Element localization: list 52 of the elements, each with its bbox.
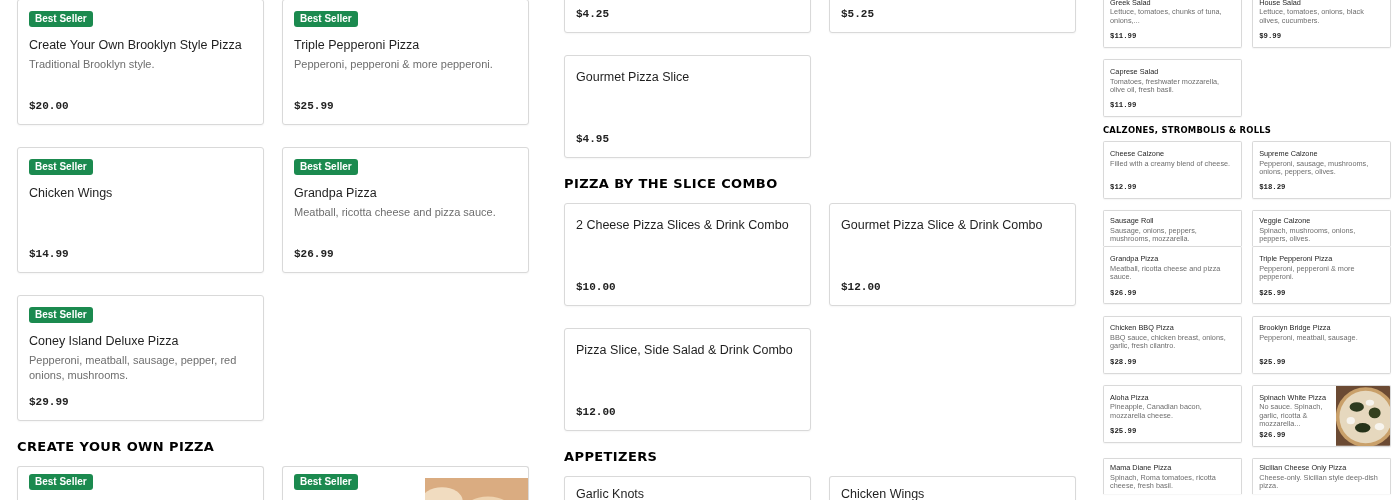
item-description: Meatball, ricotta cheese and pizza sauce. xyxy=(294,205,496,220)
best-seller-badge: Best Seller xyxy=(29,159,93,175)
section-heading: CALZONES, STROMBOLIS & ROLLS xyxy=(1102,126,1273,135)
item-price: $20.00 xyxy=(29,100,69,112)
section-heading: PIZZA BY THE SLICE COMBO xyxy=(564,176,779,192)
item-name: Pizza Slice, Side Salad & Drink Combo xyxy=(576,342,793,359)
item-description: Pepperoni, meatball, sausage, pepper, red onions, mushrooms. xyxy=(29,353,238,383)
item-name: Chicken Wings xyxy=(841,486,925,500)
item-price: $12.00 xyxy=(841,281,881,293)
best-seller-badge: Best Seller xyxy=(294,474,358,490)
menu-card[interactable]: Best Seller xyxy=(282,466,529,500)
section-heading: APPETIZERS xyxy=(564,449,659,465)
menu-card[interactable]: Best Seller Triple Pepperoni Pizza Pepperoni, pepperoni & more pepperoni. $25.99 xyxy=(282,0,529,125)
item-price: $14.99 xyxy=(29,248,69,260)
best-seller-badge: Best Seller xyxy=(294,159,358,175)
item-name: Gourmet Pizza Slice xyxy=(576,69,690,86)
item-name: Garlic Knots xyxy=(576,486,645,500)
menu-card[interactable]: Best Seller Create Your Own Brooklyn Style Pizza Traditional Brooklyn style. $20.00 xyxy=(17,0,264,125)
item-name: Coney Island Deluxe Pizza xyxy=(29,333,179,350)
best-seller-badge: Best Seller xyxy=(29,307,93,323)
item-name: Grandpa Pizza xyxy=(294,185,377,202)
menu-card[interactable]: 2 Cheese Pizza Slices & Drink Combo $10.00 xyxy=(564,203,811,306)
menu-card[interactable]: Gourmet Pizza Slice $4.95 xyxy=(564,55,811,158)
best-seller-badge: Best Seller xyxy=(29,474,93,490)
menu-card[interactable]: Best Seller Chicken Wings $14.99 xyxy=(17,147,264,273)
item-name: Triple Pepperoni Pizza xyxy=(294,37,420,54)
item-name: Create Your Own Brooklyn Style Pizza xyxy=(29,37,242,54)
item-price: $26.99 xyxy=(294,248,334,260)
menu-card[interactable]: Chicken Wings xyxy=(829,476,1076,500)
menu-card[interactable]: Pizza Slice, Side Salad & Drink Combo $12.00 xyxy=(564,328,811,431)
best-seller-badge: Best Seller xyxy=(294,11,358,27)
menu-card[interactable]: $4.25 xyxy=(564,0,811,33)
item-name: Gourmet Pizza Slice & Drink Combo xyxy=(841,217,1043,234)
item-description: Pepperoni, pepperoni & more pepperoni. xyxy=(294,57,493,72)
item-price: $25.99 xyxy=(294,100,334,112)
item-name: 2 Cheese Pizza Slices & Drink Combo xyxy=(576,217,789,234)
best-seller-badge: Best Seller xyxy=(29,11,93,27)
item-price: $10.00 xyxy=(576,281,616,293)
item-price: $4.95 xyxy=(576,133,609,145)
menu-card[interactable]: Best Seller xyxy=(17,466,264,500)
section-heading: CREATE YOUR OWN PIZZA xyxy=(17,439,216,455)
item-price: $12.00 xyxy=(576,406,616,418)
item-price: $29.99 xyxy=(29,396,69,408)
item-price: $4.25 xyxy=(576,8,609,20)
menu-card[interactable]: Best Seller Grandpa Pizza Meatball, ricotta cheese and pizza sauce. $26.99 xyxy=(282,147,529,273)
item-name: Chicken Wings xyxy=(29,185,113,202)
menu-card[interactable]: Best Seller Coney Island Deluxe Pizza Pepperoni, meatball, sausage, pepper, red onions, mushrooms. $29.99 xyxy=(17,295,264,421)
item-description: Traditional Brooklyn style. xyxy=(29,57,155,72)
menu-card[interactable]: Garlic Knots xyxy=(564,476,811,500)
menu-card[interactable]: Gourmet Pizza Slice & Drink Combo $12.00 xyxy=(829,203,1076,306)
item-price: $5.25 xyxy=(841,8,874,20)
menu-card[interactable]: $5.25 xyxy=(829,0,1076,33)
